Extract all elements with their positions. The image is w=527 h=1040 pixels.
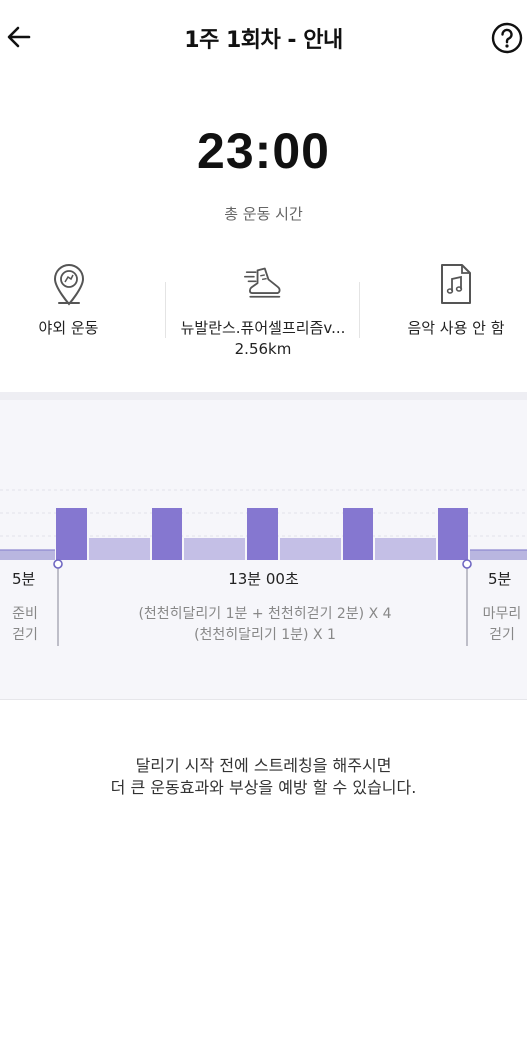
main-description-line1: (천천히달리기 1분 + 천천히걷기 2분) X 4 xyxy=(138,606,392,622)
tip-line1: 달리기 시작 전에 스트레칭을 해주시면 xyxy=(135,756,392,775)
info-shoe-distance: 2.56km xyxy=(234,340,292,358)
info-music[interactable]: 음악 사용 안 함 xyxy=(385,262,527,339)
outdoor-location-icon xyxy=(49,262,89,306)
interval-chart xyxy=(0,489,527,646)
main-description-line2: (천천히달리기 1분) X 1 xyxy=(194,627,336,643)
total-time-label: 총 운동 시간 xyxy=(224,205,303,223)
info-shoe[interactable]: 뉴발란스.퓨어셀프리즘v... 2.56km xyxy=(166,262,360,360)
main-description: (천천히달리기 1분 + 천천히걷기 2분) X 4 (천천히달리기 1분) X… xyxy=(70,604,460,646)
warmup-label: 준비 걷기 xyxy=(4,604,46,646)
run-bar xyxy=(247,508,278,560)
run-bar xyxy=(343,508,373,560)
segment-boundary-marker xyxy=(462,559,472,569)
stretching-tip: 달리기 시작 전에 스트레칭을 해주시면 더 큰 운동효과와 부상을 예방 할 … xyxy=(0,755,527,799)
main-time: 13분 00초 xyxy=(228,570,299,588)
music-file-icon xyxy=(436,262,476,306)
cooldown-label: 마무리 걷기 xyxy=(474,604,527,646)
info-shoe-label: 뉴발란스.퓨어셀프리즘v... xyxy=(180,319,346,337)
run-bar xyxy=(56,508,87,560)
walk-bar xyxy=(89,538,150,560)
cooldown-label-line1: 마무리 xyxy=(482,606,522,622)
total-time: 23:00 xyxy=(197,123,330,179)
warmup-label-line1: 준비 xyxy=(12,606,38,622)
cooldown-label-line2: 걷기 xyxy=(489,627,515,643)
walk-bar xyxy=(0,550,55,560)
tip-line2: 더 큰 운동효과와 부상을 예방 할 수 있습니다. xyxy=(110,778,417,797)
cooldown-time: 5분 xyxy=(488,570,512,588)
info-divider xyxy=(359,282,360,338)
help-button[interactable] xyxy=(490,21,524,55)
walk-bar xyxy=(280,538,341,560)
top-bar: 1주 1회차 - 안내 xyxy=(0,0,527,78)
walk-bar xyxy=(184,538,245,560)
run-bar xyxy=(152,508,182,560)
warmup-label-line2: 걷기 xyxy=(12,627,38,643)
info-outdoor-label: 야외 운동 xyxy=(38,319,99,337)
workout-plan-chart: 5분 준비 걷기 13분 00초 (천천히달리기 1분 + 천천히걷기 2분) … xyxy=(0,392,527,700)
page-title: 1주 1회차 - 안내 xyxy=(184,28,343,53)
walk-bar xyxy=(375,538,436,560)
question-circle-icon xyxy=(491,22,523,54)
running-shoe-icon xyxy=(243,262,283,306)
walk-bar xyxy=(470,550,527,560)
info-outdoor[interactable]: 야외 운동 xyxy=(0,262,137,339)
run-bar xyxy=(438,508,468,560)
info-music-label: 음악 사용 안 함 xyxy=(407,319,505,337)
segment-boundary-marker xyxy=(53,559,63,569)
